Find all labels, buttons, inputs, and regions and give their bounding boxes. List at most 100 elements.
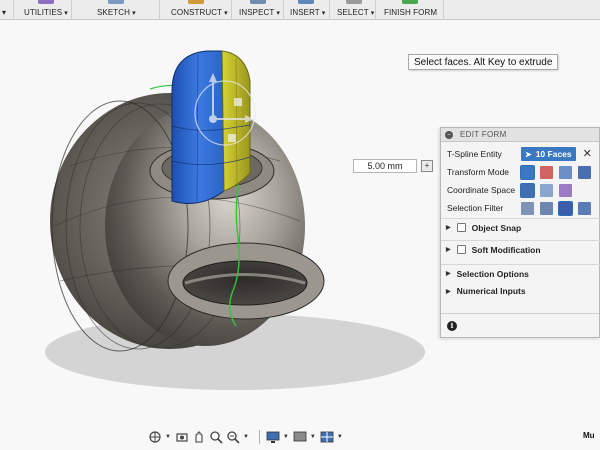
construct-caret: ▾: [224, 10, 228, 17]
tooltip: Select faces. Alt Key to extrude: [408, 54, 559, 70]
local-space-icon[interactable]: [559, 183, 572, 197]
numerical-inputs-section[interactable]: ▶ Numerical Inputs: [441, 282, 600, 300]
toolbar-inspect-label: INSPECT ▾: [239, 8, 280, 17]
toolbar-insert[interactable]: INSERT ▾: [284, 0, 330, 20]
toolbar-group-partial: ▾: [0, 0, 14, 20]
toolbar-insert-label: INSERT ▾: [290, 8, 325, 17]
expand-icon: ▶: [446, 225, 451, 231]
toolbar-inspect[interactable]: INSPECT ▾: [232, 0, 284, 20]
toolbar-finish-form[interactable]: FINISH FORM: [376, 0, 444, 20]
toolbar: ▾ UTILITIES ▾ SKETCH ▾ CONSTRUCT ▾ INSPECT ▾…: [0, 0, 600, 20]
vertex-filter-icon[interactable]: [521, 201, 534, 215]
inspect-icon: [250, 0, 266, 4]
tspline-entity-row: T-Spline Entity ➤ 10 Faces ✕: [447, 146, 592, 162]
panel-title: EDIT FORM: [460, 130, 507, 139]
construct-icon: [188, 0, 204, 4]
selection-options-label: Selection Options: [456, 268, 529, 279]
construct-text: CONSTRUCT: [171, 8, 223, 17]
grid-settings-icon[interactable]: [293, 430, 307, 444]
orbit-icon[interactable]: [148, 430, 162, 444]
object-snap-checkbox[interactable]: [456, 223, 466, 232]
zoom-caret[interactable]: ▼: [243, 434, 249, 440]
manipulator-icon[interactable]: +: [421, 160, 433, 172]
cursor-icon: ➤: [525, 149, 532, 159]
face-filter-icon[interactable]: [558, 200, 573, 216]
collapse-icon[interactable]: –: [445, 130, 453, 139]
toolbar-finish-form-label: FINISH FORM: [384, 8, 438, 17]
select-icon: [346, 0, 362, 4]
tspline-entity-label: T-Spline Entity: [447, 149, 502, 159]
toolbar-select[interactable]: SELECT ▾: [330, 0, 376, 20]
expand-icon: ▶: [446, 271, 451, 277]
insert-text: INSERT: [290, 8, 320, 17]
navigation-bar: ▼ ▼ ▼ ▼ ▼: [148, 428, 347, 446]
rotate-icon[interactable]: [559, 165, 572, 179]
display-settings-icon[interactable]: [266, 430, 280, 444]
sketch-caret: ▾: [132, 10, 136, 17]
toolbar-sketch[interactable]: SKETCH ▾: [72, 0, 160, 20]
view-space-icon[interactable]: [520, 182, 535, 198]
selection-filter-row: Selection Filter: [447, 200, 597, 216]
soft-modification-checkbox[interactable]: [456, 245, 466, 254]
nav-divider: [258, 430, 260, 444]
utilities-text: UTILITIES: [24, 8, 63, 17]
zoom-icon[interactable]: [209, 430, 223, 444]
look-at-icon[interactable]: [175, 430, 189, 444]
clear-selection-close-icon[interactable]: ✕: [583, 147, 592, 161]
world-space-icon[interactable]: [540, 183, 553, 197]
object-snap-label: Object Snap: [471, 222, 522, 233]
coordinate-space-label: Coordinate Space: [447, 185, 516, 195]
inspect-text: INSPECT: [239, 8, 275, 17]
grid-caret[interactable]: ▼: [310, 434, 316, 440]
toolbar-caret[interactable]: ▾: [2, 8, 6, 17]
display-caret[interactable]: ▼: [283, 434, 289, 440]
utilities-icon: [38, 0, 54, 4]
toolbar-construct[interactable]: CONSTRUCT ▾: [160, 0, 232, 20]
insert-icon: [298, 0, 314, 4]
multi-transform-icon[interactable]: [520, 164, 535, 180]
info-icon[interactable]: i: [447, 320, 457, 331]
expand-icon: ▶: [446, 247, 451, 253]
soft-modification-section[interactable]: ▶ Soft Modification: [441, 240, 600, 258]
soft-modification-label: Soft Modification: [471, 244, 541, 255]
finish-form-icon: [402, 0, 418, 4]
panel-footer: i: [441, 313, 599, 337]
panel-header[interactable]: – EDIT FORM: [441, 128, 599, 142]
corner-text: Mu: [583, 431, 595, 440]
pan-icon[interactable]: [192, 430, 206, 444]
edit-form-panel: – EDIT FORM T-Spline Entity ➤ 10 Faces ✕…: [440, 127, 600, 338]
orbit-caret[interactable]: ▼: [165, 434, 171, 440]
body-filter-icon[interactable]: [578, 201, 591, 215]
object-snap-section[interactable]: ▶ Object Snap: [441, 218, 600, 236]
handle-slot: [182, 260, 308, 306]
viewports-caret[interactable]: ▼: [337, 434, 343, 440]
scale-icon[interactable]: [578, 165, 591, 179]
expand-icon: ▶: [446, 288, 451, 295]
edge-filter-icon[interactable]: [540, 201, 553, 215]
faces-selection-button[interactable]: ➤ 10 Faces: [521, 147, 576, 161]
utilities-caret: ▾: [64, 10, 68, 17]
selection-options-section[interactable]: ▶ Selection Options: [441, 264, 600, 282]
sketch-icon: [108, 0, 124, 4]
viewports-icon[interactable]: [320, 430, 334, 444]
distance-input[interactable]: [353, 159, 417, 173]
numerical-inputs-label: Numerical Inputs: [456, 286, 526, 296]
select-caret: ▾: [370, 10, 375, 17]
transform-mode-label: Transform Mode: [447, 167, 510, 177]
sketch-text: SKETCH: [97, 8, 131, 17]
fit-zoom-icon[interactable]: [226, 430, 240, 444]
selection-filter-label: Selection Filter: [447, 203, 504, 213]
toolbar-sketch-label: SKETCH ▾: [97, 8, 136, 17]
toolbar-construct-label: CONSTRUCT ▾: [171, 8, 228, 17]
toolbar-select-label: SELECT ▾: [337, 8, 374, 17]
insert-caret: ▾: [321, 10, 326, 17]
select-text: SELECT: [337, 8, 369, 17]
distance-field: +: [353, 158, 441, 174]
coordinate-space-row: Coordinate Space: [447, 182, 578, 198]
toolbar-utilities[interactable]: UTILITIES ▾: [14, 0, 72, 20]
translate-icon[interactable]: [540, 165, 553, 179]
transform-mode-row: Transform Mode: [447, 164, 597, 180]
inspect-caret: ▾: [276, 10, 280, 17]
toolbar-utilities-label: UTILITIES ▾: [24, 8, 68, 17]
faces-count: 10 Faces: [535, 149, 572, 159]
